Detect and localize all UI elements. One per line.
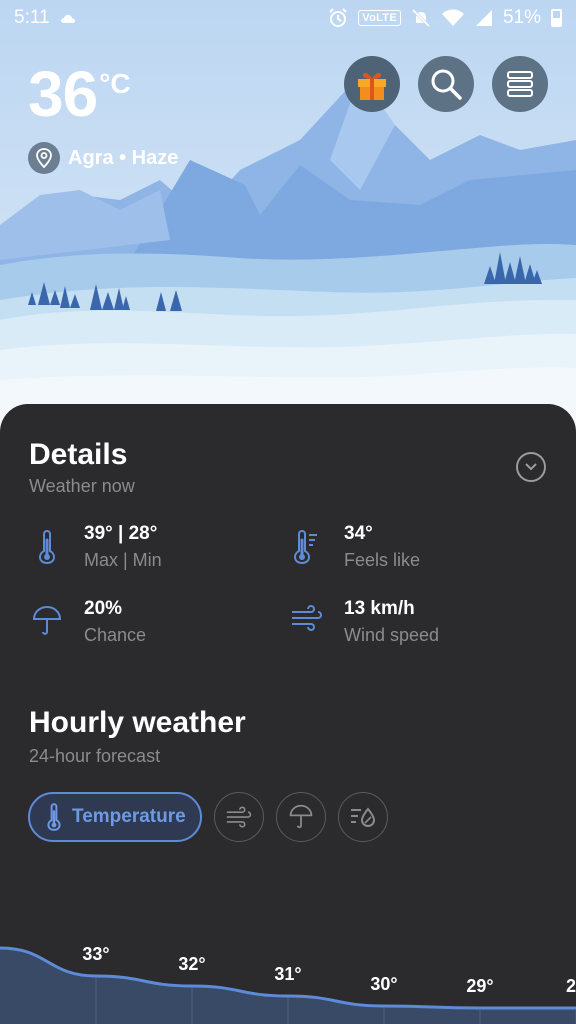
hourly-temperature-chart: 33° 32° 31° 30° 29° 29	[0, 924, 576, 1024]
volte-badge: VoLTE	[358, 10, 401, 26]
detail-chance: 20% Chance	[30, 597, 146, 646]
gift-icon	[358, 72, 386, 100]
weather-details-panel: Details Weather now 39° | 28° Max | Min	[0, 404, 576, 1024]
battery-percent: 51%	[502, 7, 541, 28]
hourly-title: Hourly weather	[29, 706, 246, 739]
thermometer-icon	[47, 803, 61, 831]
detail-feels-like: 34° Feels like	[290, 522, 420, 571]
menu-stack-icon	[507, 71, 533, 97]
location-row[interactable]: Agra • Haze	[28, 142, 178, 174]
signal-icon	[475, 10, 492, 26]
hourly-tab-row: Temperature	[28, 792, 388, 842]
search-icon	[431, 69, 462, 100]
wifi-icon	[441, 9, 464, 26]
hourly-temp-label: 31°	[274, 964, 302, 984]
menu-button[interactable]	[492, 56, 548, 112]
wind-icon	[226, 806, 251, 828]
bell-muted-icon	[411, 8, 431, 28]
tab-precipitation[interactable]	[275, 792, 326, 842]
details-subtitle: Weather now	[29, 476, 135, 496]
umbrella-icon	[289, 804, 312, 829]
umbrella-icon	[30, 605, 64, 639]
feels-like-label: Feels like	[344, 550, 421, 570]
alarm-icon	[329, 8, 347, 27]
current-weather: 36°C Agra • Haze	[28, 62, 178, 174]
detail-max-min: 39° | 28° Max | Min	[30, 522, 162, 571]
thermometer-feels-icon	[290, 530, 324, 564]
wind-icon	[290, 605, 324, 639]
details-title: Details	[29, 438, 128, 471]
max-min-value: 39° | 28°	[84, 523, 158, 544]
collapse-details-button[interactable]	[516, 452, 546, 482]
current-temperature: 36	[28, 58, 98, 130]
hourly-temp-label: 30°	[370, 974, 398, 994]
battery-icon	[551, 9, 562, 27]
tab-humidity[interactable]	[337, 792, 388, 842]
tab-wind[interactable]	[213, 792, 264, 842]
thermometer-icon	[30, 530, 64, 564]
max-min-label: Max | Min	[84, 550, 162, 570]
cloud-notification-icon	[60, 14, 75, 23]
chance-value: 20%	[84, 598, 123, 619]
tab-temperature-label: Temperature	[72, 806, 186, 827]
hourly-temp-label: 33°	[82, 944, 110, 964]
temperature-unit: °C	[99, 68, 131, 99]
wind-speed-value: 13 km/h	[344, 598, 415, 619]
status-time: 5:11	[14, 7, 50, 28]
gift-button[interactable]	[344, 56, 400, 112]
search-button[interactable]	[418, 56, 474, 112]
tab-temperature[interactable]: Temperature	[28, 792, 202, 842]
top-action-buttons	[344, 56, 548, 112]
hourly-temp-label: 29	[565, 976, 576, 996]
hourly-temp-label: 32°	[178, 954, 206, 974]
location-name: Agra • Haze	[68, 146, 179, 169]
wind-speed-label: Wind speed	[344, 625, 440, 645]
hourly-temp-label: 29°	[466, 976, 494, 996]
chance-label: Chance	[84, 625, 147, 645]
hourly-subtitle: 24-hour forecast	[29, 746, 161, 766]
detail-wind-speed: 13 km/h Wind speed	[290, 597, 439, 646]
chevron-down-icon	[525, 463, 537, 471]
humidity-icon	[350, 807, 375, 828]
location-pin-icon	[28, 142, 60, 174]
feels-like-value: 34°	[344, 523, 373, 544]
status-bar: 5:11 VoLTE 51%	[0, 0, 576, 36]
